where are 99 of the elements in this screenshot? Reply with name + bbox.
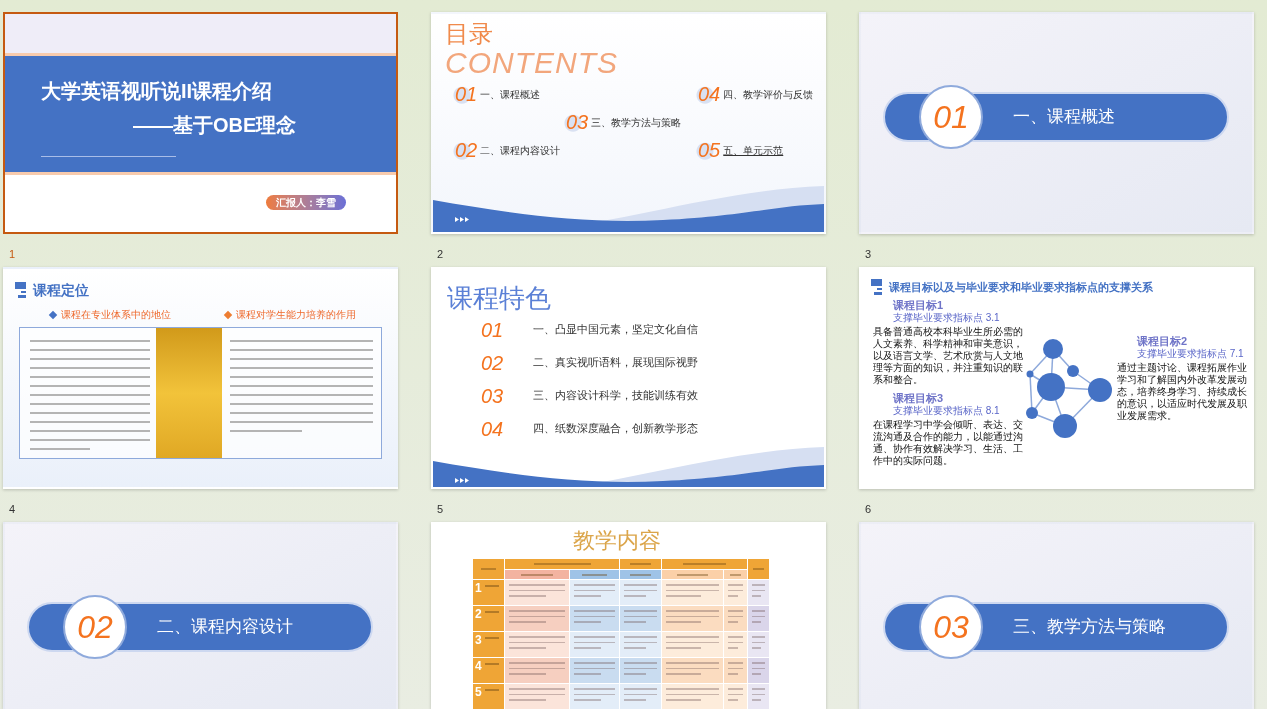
goal-support: 支撑毕业要求指标点 7.1 <box>1136 348 1245 360</box>
contents-item: 二、课程内容设计 <box>480 143 561 158</box>
table-cell <box>620 580 661 605</box>
slide-title: 课程特色 <box>446 282 552 313</box>
table-cell <box>620 632 661 657</box>
item-number: 01 <box>481 317 505 343</box>
slide-subtitle: ——基于OBE理念 <box>133 113 297 138</box>
column-heading: 课程在专业体系中的地位 <box>61 309 172 321</box>
blocks-icon <box>871 279 883 295</box>
slide-thumbnail[interactable]: 大学英语视听说II课程介绍 ——基于OBE理念 汇报人：李雪 <box>3 12 398 234</box>
table-cell <box>570 580 619 605</box>
table-cell <box>505 684 569 709</box>
contents-heading: 目录 <box>445 20 493 48</box>
table-cell: 5 <box>473 684 504 709</box>
slide-title: 大学英语视听说II课程介绍 <box>41 79 273 104</box>
section-number: 02 <box>63 595 127 659</box>
slide-thumbnail[interactable]: 03 三、教学方法与策略 <box>859 522 1254 709</box>
table-cell <box>505 632 569 657</box>
goal-text: 具备普通高校本科毕业生所必需的人文素养、科学精神和审美意识，以及语言文学、艺术欣赏与人文地理等方面的知识，并注重知识的联系和整合。 <box>873 326 1023 386</box>
goal-title: 课程目标2 <box>1136 335 1189 348</box>
table-header-cell <box>620 559 661 569</box>
slide-thumbnail[interactable]: 02 二、课程内容设计 <box>3 522 398 709</box>
contents-item: 四、教学评价与反馈 <box>723 87 814 102</box>
presenter-badge: 汇报人：李雪 <box>266 195 346 210</box>
table-cell <box>570 658 619 683</box>
contents-link[interactable]: 五、单元示范 <box>723 142 784 158</box>
feature-item: 二、真实视听语料，展现国际视野 <box>533 355 698 371</box>
table-cell <box>662 684 723 709</box>
table-cell <box>505 658 569 683</box>
table-cell <box>724 606 747 631</box>
table-cell <box>662 580 723 605</box>
table-cell <box>620 684 661 709</box>
table-header-cell <box>570 570 619 579</box>
item-number: 04 <box>481 416 505 442</box>
goal-support: 支撑毕业要求指标点 3.1 <box>892 312 1001 324</box>
slide-thumbnail[interactable] <box>859 267 1254 489</box>
section-title: 二、课程内容设计 <box>157 616 293 639</box>
table-cell <box>570 684 619 709</box>
column-heading: 课程对学生能力培养的作用 <box>235 309 356 321</box>
table-cell <box>748 580 769 605</box>
table-cell <box>662 658 723 683</box>
table-cell <box>662 606 723 631</box>
contents-item: 三、教学方法与策略 <box>591 115 682 130</box>
goal-text: 在课程学习中学会倾听、表达、交流沟通及合作的能力，以能通过沟通、协作有效解决学习、生活、工作中的实际问题。 <box>873 419 1023 467</box>
table-cell <box>570 632 619 657</box>
slide-number: 4 <box>9 503 16 515</box>
goal-title: 课程目标3 <box>892 392 945 405</box>
slide-number: 6 <box>865 503 872 515</box>
table-header-cell <box>620 570 661 579</box>
table-cell <box>724 658 747 683</box>
contents-decor-text: CONTENTS <box>445 48 618 78</box>
table-cell <box>724 580 747 605</box>
table-cell <box>748 606 769 631</box>
table-cell <box>748 684 769 709</box>
slide-thumbnail[interactable]: 01 一、课程概述 <box>859 12 1254 234</box>
table-cell: 2 <box>473 606 504 631</box>
slide-number: 5 <box>437 503 444 515</box>
slide-thumbnail[interactable]: 课程定位 课程在专业体系中的地位 课程对学生能力培养的作用 <box>3 267 398 489</box>
item-number: 03 <box>481 383 505 409</box>
slide-number: 2 <box>437 248 444 260</box>
slide-title: 课程目标以及与毕业要求和毕业要求指标点的支撑关系 <box>889 280 1153 295</box>
table-cell <box>724 684 747 709</box>
table-header-cell <box>748 559 769 579</box>
goal-text: 通过主题讨论、课程拓展作业学习和了解国内外改革发展动态，培养终身学习、持续成长的意识，以适应时代发展及职业发展需求。 <box>1117 362 1248 422</box>
slide-title: 教学内容 <box>572 527 662 554</box>
goal-title: 课程目标1 <box>892 299 945 312</box>
table-cell <box>748 658 769 683</box>
slide-number: 3 <box>865 248 872 260</box>
triple-arrow-icon <box>455 217 469 222</box>
table-cell <box>505 580 569 605</box>
triple-arrow-icon <box>455 478 469 483</box>
table-cell: 1 <box>473 580 504 605</box>
table-cell <box>662 632 723 657</box>
feature-item: 四、纸数深度融合，创新教学形态 <box>533 421 698 437</box>
table-cell <box>724 632 747 657</box>
table-header-cell <box>505 570 569 579</box>
goal-support: 支撑毕业要求指标点 8.1 <box>892 405 1001 417</box>
table-cell <box>570 606 619 631</box>
slide-number: 1 <box>9 248 16 260</box>
table-header-cell <box>473 559 504 579</box>
table-cell: 4 <box>473 658 504 683</box>
table-header-cell <box>724 570 747 579</box>
feature-item: 一、凸显中国元素，坚定文化自信 <box>533 322 698 338</box>
section-title: 一、课程概述 <box>1013 106 1115 129</box>
item-number: 02 <box>481 350 505 376</box>
table-header-cell <box>662 570 723 579</box>
table-cell <box>505 606 569 631</box>
section-title: 三、教学方法与策略 <box>1013 616 1166 639</box>
section-number: 03 <box>919 595 983 659</box>
section-number: 01 <box>919 85 983 149</box>
slide-title: 课程定位 <box>33 281 89 299</box>
table-cell <box>748 632 769 657</box>
blocks-icon <box>15 282 27 298</box>
contents-item: 一、课程概述 <box>480 87 541 102</box>
table-cell <box>620 658 661 683</box>
table-cell: 3 <box>473 632 504 657</box>
feature-item: 三、内容设计科学，技能训练有效 <box>533 388 698 404</box>
slide-thumbnail[interactable]: 课程特色 01 一、凸显中国元素，坚定文化自信 02 二、真实视听语料，展现国际视野 03 三、内容设计科学，技能训练有效 04 四、纸数深度融合，创新教学形态 <box>431 267 826 489</box>
table-cell <box>620 606 661 631</box>
